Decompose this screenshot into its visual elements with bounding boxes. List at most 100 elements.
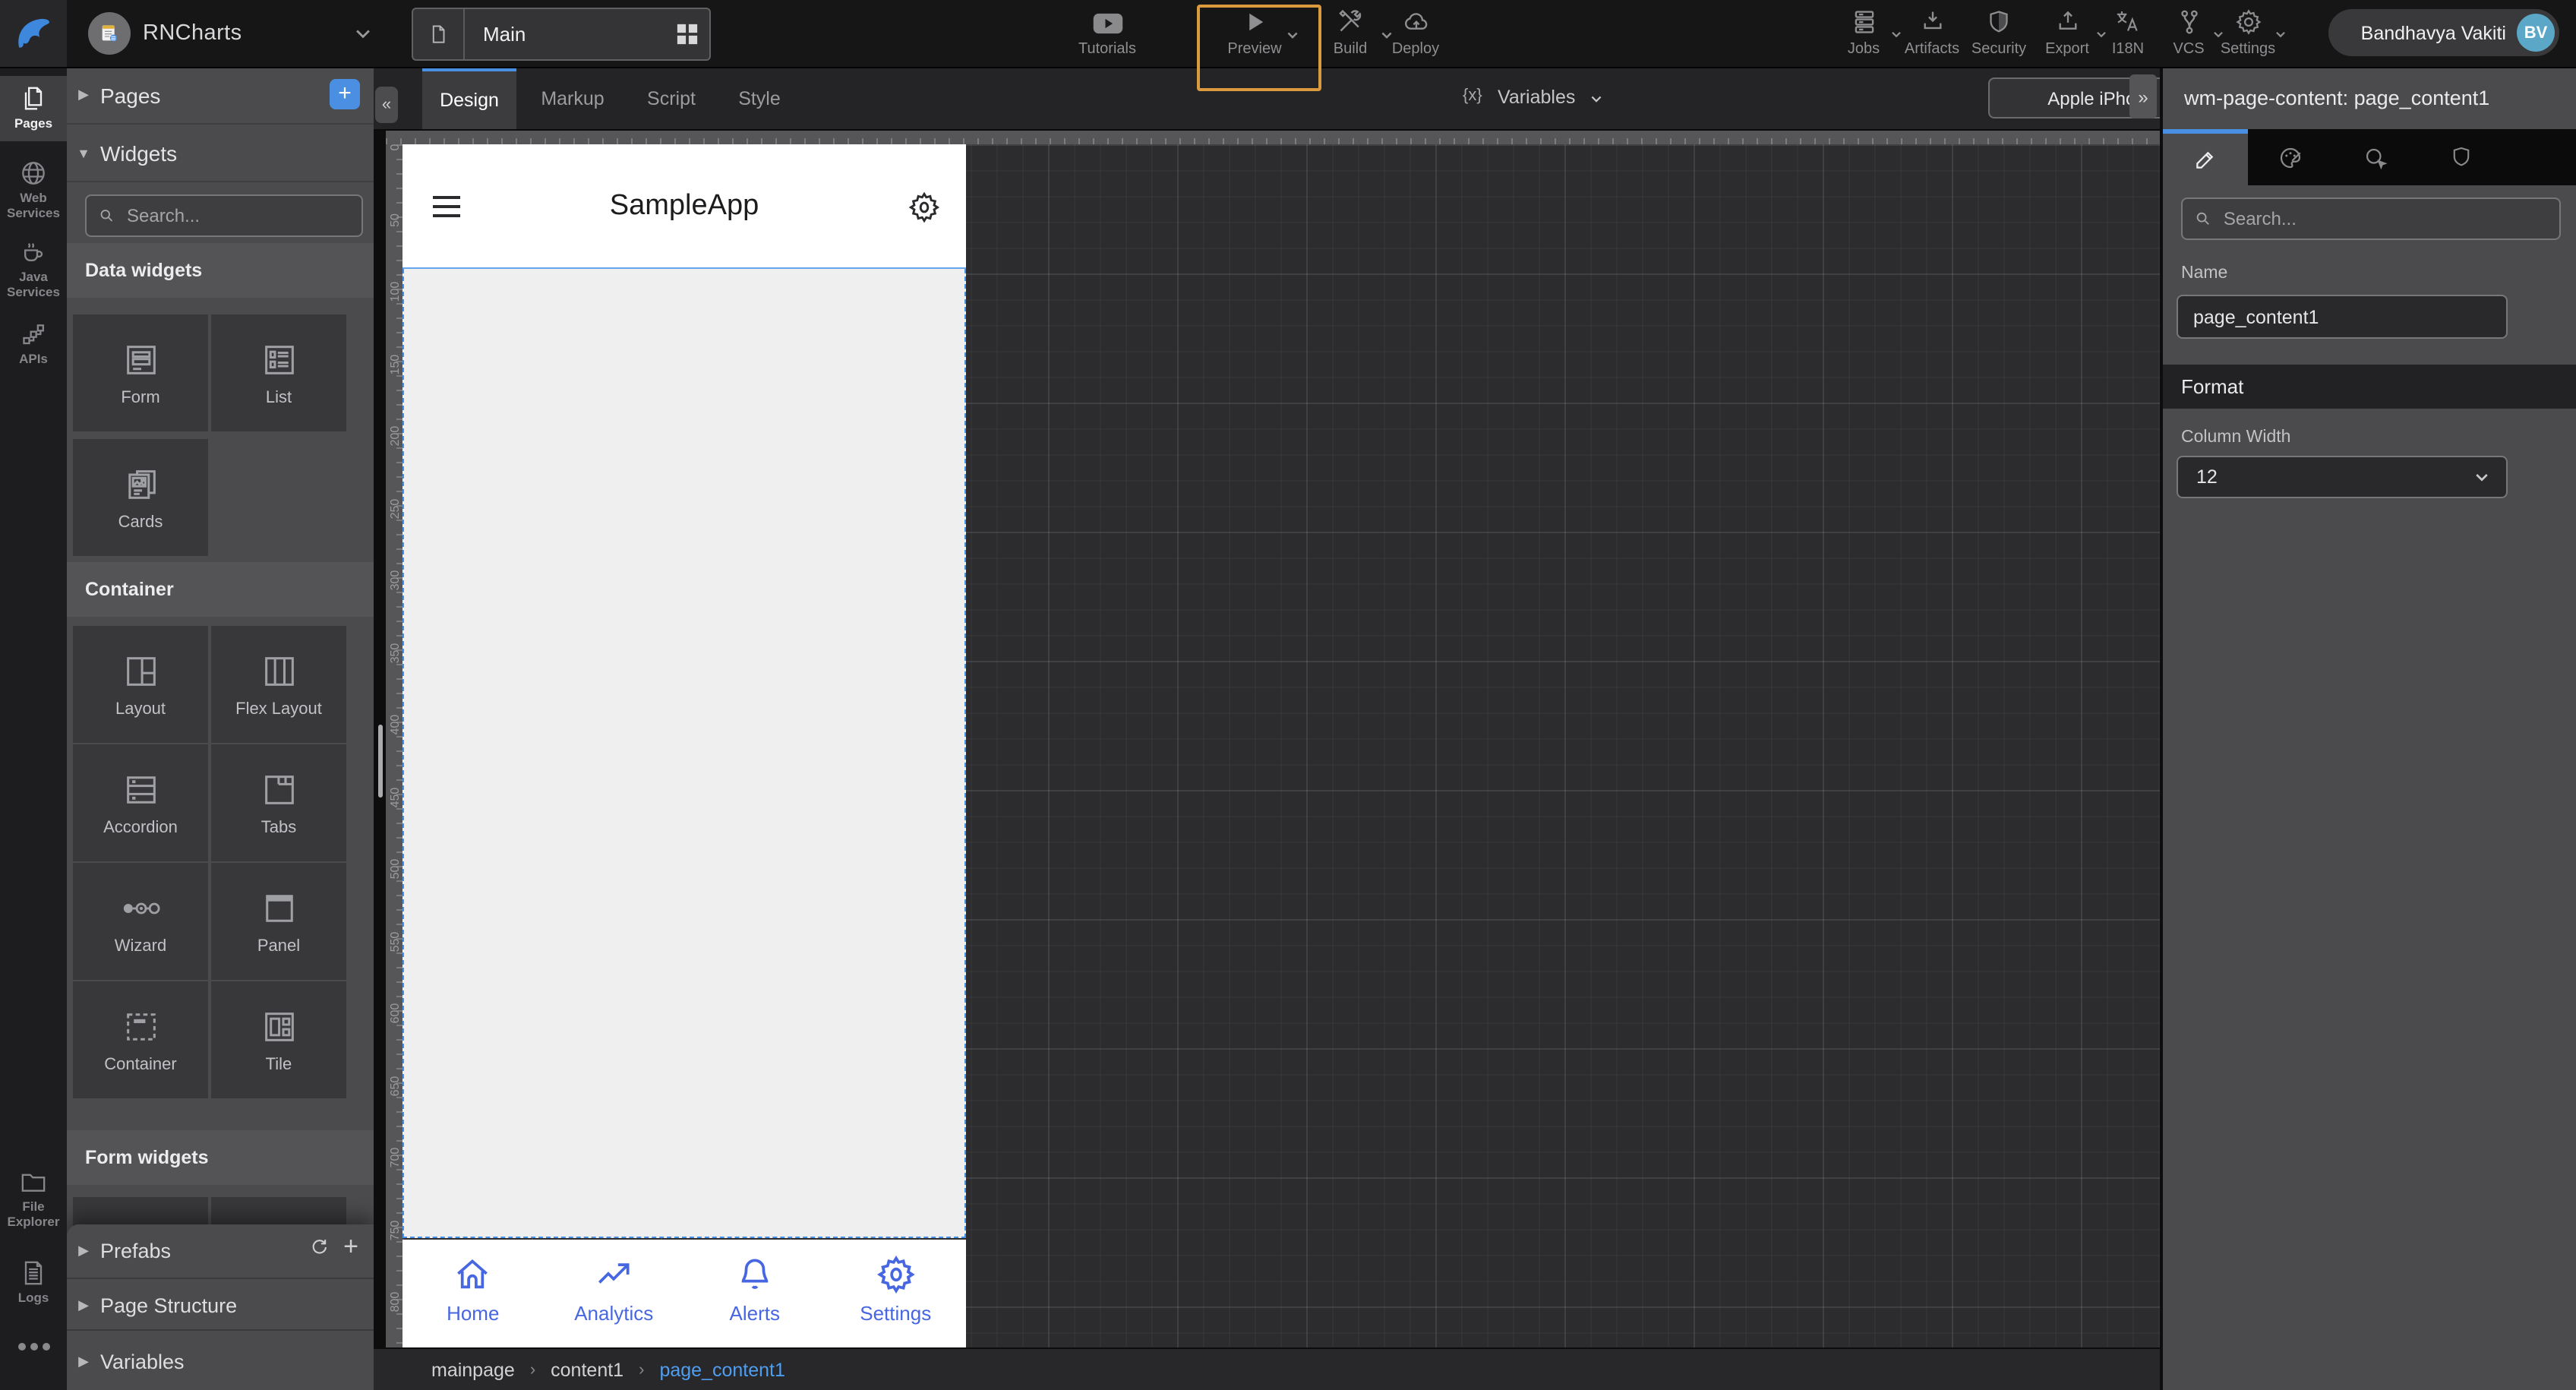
widget-tile-form[interactable]: Form <box>73 314 208 431</box>
log-file-icon <box>18 1258 49 1288</box>
section-header-data-widgets: Data widgets <box>67 243 374 298</box>
name-field[interactable]: page_content1 <box>2177 295 2508 339</box>
variables-dropdown[interactable]: Variables <box>1498 87 1575 108</box>
accordion-page-structure[interactable]: ▶ Page Structure <box>67 1278 374 1331</box>
wavemaker-logo-icon <box>11 11 56 56</box>
ruler-value: 500 <box>387 858 401 880</box>
ruler-value: 800 <box>387 1291 401 1313</box>
sidebar-item-label: Web Services <box>7 190 60 220</box>
widget-tile-flex-layout[interactable]: Flex Layout <box>211 626 346 743</box>
phone-nav-home[interactable]: Home <box>402 1240 544 1347</box>
widget-tile-list[interactable]: List <box>211 314 346 431</box>
tab-styles[interactable] <box>2248 129 2333 185</box>
widget-tile-cards[interactable]: Cards <box>73 439 208 556</box>
more-tools-dots-icon[interactable] <box>0 1343 67 1351</box>
breadcrumb-page-content1[interactable]: page_content1 <box>659 1359 784 1380</box>
settings-chevron-icon[interactable] <box>2274 27 2287 41</box>
project-switcher-chevron-icon[interactable] <box>352 23 374 44</box>
security-label: Security <box>1971 41 2027 58</box>
widget-tile-wizard[interactable]: Wizard <box>73 863 208 980</box>
avatar: BV <box>2517 14 2555 52</box>
ruler-value: 700 <box>387 1147 401 1168</box>
tab-inspect[interactable] <box>2333 129 2418 185</box>
accordion-label: Variables <box>100 1350 185 1373</box>
sidebar-item-file-explorer[interactable]: File Explorer <box>0 1167 67 1229</box>
refresh-prefabs-icon[interactable] <box>308 1237 330 1258</box>
property-search-input[interactable] <box>2220 207 2547 231</box>
tab-properties[interactable] <box>2163 129 2248 185</box>
chevron-right-icon: › <box>639 1360 645 1379</box>
add-prefab-icon[interactable]: + <box>343 1234 358 1259</box>
phone-page-content-selected[interactable] <box>402 269 966 1238</box>
tab-script[interactable]: Script <box>629 67 714 129</box>
column-width-value: 12 <box>2196 466 2218 488</box>
preview-button[interactable]: Preview <box>1209 8 1300 58</box>
sidebar-item-logs[interactable]: Logs <box>0 1258 67 1306</box>
settings-button[interactable]: Settings <box>2204 8 2292 58</box>
deploy-button[interactable]: Deploy <box>1372 8 1460 58</box>
pages-panel-title: Pages <box>100 83 161 107</box>
column-width-select[interactable]: 12 <box>2177 456 2508 498</box>
widget-tile-tabs[interactable]: Tabs <box>211 744 346 861</box>
widget-tile-label: Wizard <box>114 937 167 955</box>
widget-tile-tile[interactable]: Tile <box>211 981 346 1098</box>
widget-tile-layout[interactable]: Layout <box>73 626 208 743</box>
section-header-form-widgets: Form widgets <box>67 1130 374 1185</box>
widgets-accordion-header[interactable]: ▼ Widgets <box>67 125 374 182</box>
tile-widget-icon <box>264 1012 293 1041</box>
page-tab-main[interactable]: Main <box>412 8 711 61</box>
widget-tile-container[interactable]: Container <box>73 981 208 1098</box>
left-icon-rail: Pages Web Services Java Services APIs File… <box>0 67 67 1390</box>
sidebar-item-pages[interactable]: Pages <box>0 76 67 141</box>
flex-layout-widget-icon <box>264 656 293 685</box>
horizontal-ruler <box>386 129 2160 144</box>
expand-right-panel-button[interactable]: » <box>2129 74 2157 118</box>
tab-style[interactable]: Style <box>720 67 799 129</box>
preview-chevron-icon[interactable] <box>1285 27 1300 43</box>
add-page-button[interactable]: + <box>330 79 360 109</box>
studio-window: RNCharts Main Tutorials Preview Build De… <box>0 0 2576 1390</box>
property-search[interactable] <box>2181 197 2561 240</box>
app-logo[interactable] <box>0 0 67 67</box>
sidebar-item-java-services[interactable]: Java Services <box>0 237 67 299</box>
hamburger-menu-icon[interactable] <box>433 196 460 223</box>
list-widget-icon <box>264 345 293 374</box>
pages-accordion-header[interactable]: ▶ Pages + <box>67 67 374 125</box>
accordion-prefabs[interactable]: ▶ Prefabs + <box>67 1224 374 1278</box>
format-section-header[interactable]: Format <box>2163 365 2576 409</box>
variables-chevron-icon[interactable] <box>1589 91 1604 106</box>
tab-script-label: Script <box>647 87 696 109</box>
page-grid-icon[interactable] <box>664 23 709 46</box>
widget-tile-label: Accordion <box>103 818 178 836</box>
widget-search-input[interactable] <box>124 204 349 228</box>
widget-tile-panel[interactable]: Panel <box>211 863 346 980</box>
accordion-variables[interactable]: ▶ Variables <box>67 1329 374 1390</box>
tutorials-label: Tutorials <box>1078 41 1136 58</box>
phone-nav-analytics[interactable]: Analytics <box>544 1240 685 1347</box>
tab-markup[interactable]: Markup <box>526 67 620 129</box>
breadcrumb: mainpage › content1 › page_content1 <box>374 1347 2160 1390</box>
tab-security[interactable] <box>2418 129 2503 185</box>
collapse-left-panel-button[interactable]: « <box>375 87 398 123</box>
sidebar-item-apis[interactable]: APIs <box>0 319 67 367</box>
project-avatar[interactable] <box>88 12 131 55</box>
caret-right-icon: ▶ <box>78 1353 89 1368</box>
widget-tile-label: Panel <box>257 937 301 955</box>
ruler-value: 50 <box>387 213 401 226</box>
phone-appnavbar-widget[interactable]: SampleApp <box>402 144 966 269</box>
phone-nav-settings[interactable]: Settings <box>826 1240 967 1347</box>
phone-nav-alerts[interactable]: Alerts <box>684 1240 826 1347</box>
tutorials-button[interactable]: Tutorials <box>1063 8 1151 58</box>
phone-header-gear-icon[interactable] <box>907 190 942 225</box>
widget-search[interactable] <box>85 194 363 237</box>
editor-toolbar: Design Markup Script Style {x} Variables… <box>374 67 2516 131</box>
user-menu[interactable]: Bandhavya Vakiti BV <box>2328 9 2559 56</box>
widget-tile-label: Tile <box>265 1055 292 1073</box>
tab-design[interactable]: Design <box>422 67 516 129</box>
vertical-scrollbar[interactable] <box>378 725 383 798</box>
breadcrumb-content1[interactable]: content1 <box>551 1359 623 1380</box>
widget-tile-accordion[interactable]: Accordion <box>73 744 208 861</box>
sidebar-item-web-services[interactable]: Web Services <box>0 158 67 220</box>
name-field-label: Name <box>2181 264 2228 283</box>
breadcrumb-mainpage[interactable]: mainpage <box>431 1359 515 1380</box>
